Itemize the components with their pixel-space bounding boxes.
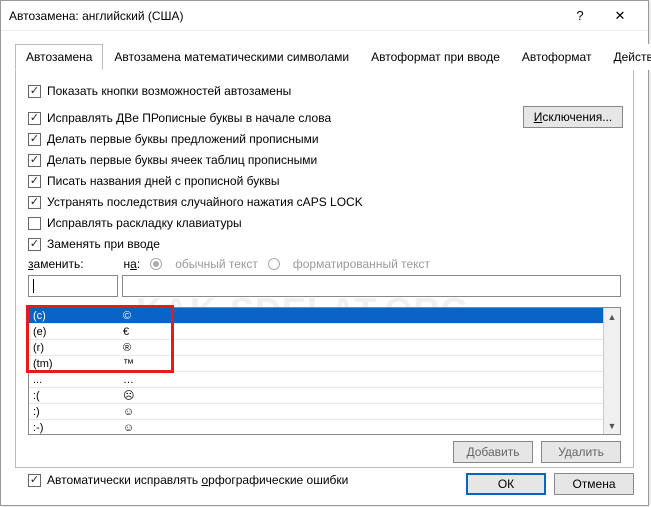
exceptions-button[interactable]: Исключения... xyxy=(523,106,623,128)
add-button[interactable]: Добавить xyxy=(453,441,533,463)
checkbox-show-buttons[interactable] xyxy=(28,85,41,98)
dialog-title: Автозамена: английский (США) xyxy=(9,9,560,23)
close-icon[interactable]: ✕ xyxy=(600,2,640,30)
label-show-buttons: Показать кнопки возможностей автозамены xyxy=(47,84,291,98)
tab-actions[interactable]: Действия xyxy=(602,44,651,70)
label-auto-spell: Автоматически исправлять орфографические… xyxy=(47,473,348,487)
checkbox-cap-days[interactable] xyxy=(28,175,41,188)
with-input[interactable] xyxy=(122,275,621,297)
tab-autocorrect[interactable]: Автозамена xyxy=(15,44,103,70)
list-row: :)☺ xyxy=(29,404,603,420)
label-formatted: форматированный текст xyxy=(293,257,430,271)
label-plain: обычный текст xyxy=(175,257,258,271)
list-row: ...… xyxy=(29,372,603,388)
scrollbar[interactable]: ▲ ▼ xyxy=(603,308,620,434)
radio-plain[interactable] xyxy=(150,258,162,270)
label-capslock: Устранять последствия случайного нажатия… xyxy=(47,195,363,209)
checkbox-cap-sentence[interactable] xyxy=(28,133,41,146)
titlebar: Автозамена: английский (США) ? ✕ xyxy=(1,1,648,31)
replace-input[interactable] xyxy=(28,275,118,297)
list-row: :-)☺ xyxy=(29,420,603,434)
checkbox-two-caps[interactable] xyxy=(28,112,41,125)
checkbox-cap-cells[interactable] xyxy=(28,154,41,167)
label-layout: Исправлять раскладку клавиатуры xyxy=(47,216,242,230)
label-replace: Заменять при вводе xyxy=(47,237,160,251)
checkbox-replace[interactable] xyxy=(28,238,41,251)
checkbox-layout[interactable] xyxy=(28,217,41,230)
checkbox-auto-spell[interactable] xyxy=(28,474,41,487)
dialog-window: Автозамена: английский (США) ? ✕ Автозам… xyxy=(0,0,649,506)
label-cap-days: Писать названия дней с прописной буквы xyxy=(47,174,279,188)
delete-button[interactable]: Удалить xyxy=(541,441,621,463)
autocorrect-list[interactable]: (c)© (e)€ (r)® (tm)™ ...… :(☹ :)☺ :-)☺ ▲… xyxy=(28,307,621,435)
scroll-up-icon[interactable]: ▲ xyxy=(604,308,620,325)
radio-formatted[interactable] xyxy=(268,258,280,270)
list-row: :(☹ xyxy=(29,388,603,404)
checkbox-capslock[interactable] xyxy=(28,196,41,209)
list-row: (r)® xyxy=(29,340,603,356)
label-replace-field: заменить: xyxy=(28,257,84,271)
label-cap-cells: Делать первые буквы ячеек таблиц прописн… xyxy=(47,153,317,167)
list-row: (e)€ xyxy=(29,324,603,340)
label-with-field: на: xyxy=(124,257,141,271)
label-cap-sentence: Делать первые буквы предложений прописны… xyxy=(47,132,319,146)
ok-button[interactable]: ОК xyxy=(466,473,546,495)
tab-autoformat[interactable]: Автоформат xyxy=(511,44,603,70)
tab-math[interactable]: Автозамена математическими символами xyxy=(103,44,360,70)
list-row: (tm)™ xyxy=(29,356,603,372)
tab-panel: KAK-SDELAT.ORG Показать кнопки возможнос… xyxy=(15,70,634,468)
cancel-button[interactable]: Отмена xyxy=(554,473,634,495)
tab-autoformat-typing[interactable]: Автоформат при вводе xyxy=(360,44,511,70)
list-row: (c)© xyxy=(29,308,603,324)
scroll-down-icon[interactable]: ▼ xyxy=(604,417,620,434)
help-icon[interactable]: ? xyxy=(560,2,600,30)
label-two-caps: Исправлять ДВе ПРописные буквы в начале … xyxy=(47,111,331,125)
tabstrip: Автозамена Автозамена математическими си… xyxy=(15,43,634,70)
